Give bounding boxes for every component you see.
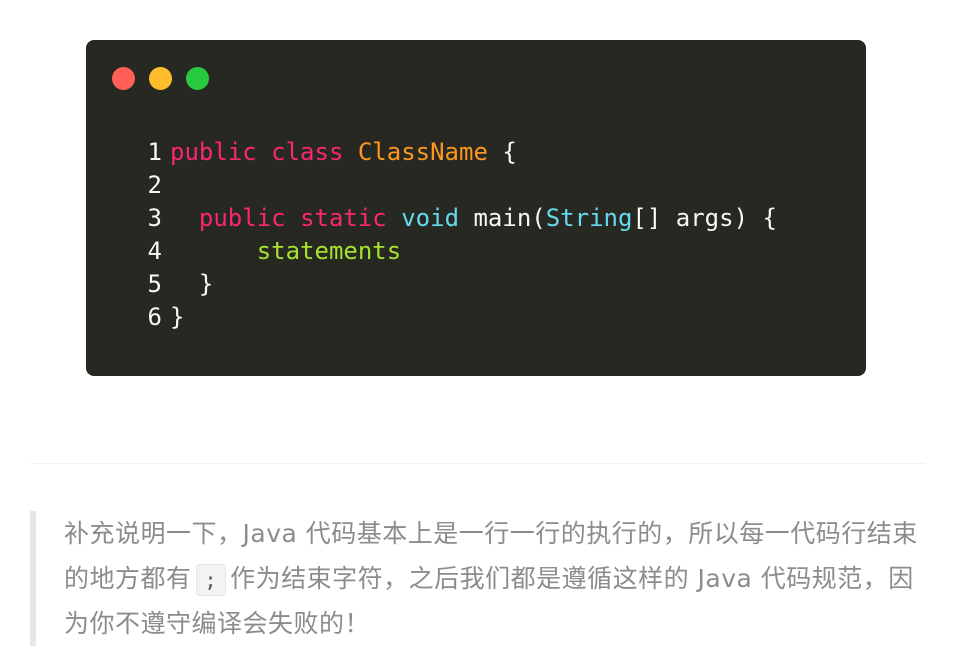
line-number: 4 [147, 237, 162, 265]
code-line: 6} [140, 301, 777, 334]
keyword-token: public [170, 138, 257, 166]
type-token: String [545, 204, 633, 232]
keyword-token: static [300, 204, 387, 232]
brace-token: { [762, 204, 777, 232]
code-line: 3 public static void main(String[] args)… [140, 202, 777, 235]
code-block: 1 public class ClassName {2 3 public stati… [86, 40, 866, 376]
line-number: 5 [147, 270, 162, 298]
statements-token: statements [256, 237, 402, 265]
line-number: 3 [147, 204, 162, 232]
code-line: 1 public class ClassName { [140, 136, 777, 169]
line-number: 2 [147, 171, 162, 199]
code-line: 4 statements [140, 235, 777, 268]
keyword-token: public [198, 204, 286, 232]
bracket-token: [] [632, 204, 662, 232]
divider [30, 463, 925, 464]
brace-token: } [170, 303, 185, 331]
paren-token: ( [531, 204, 546, 232]
code-line: 5 } [140, 268, 777, 301]
method-name-token: main [473, 204, 532, 232]
code-content: 1 public class ClassName {2 3 public stati… [140, 136, 777, 334]
window-controls [112, 67, 209, 90]
keyword-token: class [271, 138, 344, 166]
brace-token: } [198, 270, 214, 298]
line-number: 6 [147, 303, 162, 331]
blockquote: 补充说明一下，Java 代码基本上是一行一行的执行的，所以每一代码行结束的地方都… [30, 511, 930, 646]
code-line: 2 [140, 169, 777, 202]
class-name-token: ClassName [357, 138, 488, 166]
param-token: args [675, 204, 734, 232]
brace-token: { [502, 138, 517, 166]
type-token: void [401, 204, 460, 232]
paren-token: ) [733, 204, 749, 232]
close-dot-icon [112, 67, 135, 90]
line-number: 1 [147, 138, 162, 166]
maximize-dot-icon [186, 67, 209, 90]
inline-code: ; [195, 564, 227, 596]
minimize-dot-icon [149, 67, 172, 90]
quote-paragraph: 补充说明一下，Java 代码基本上是一行一行的执行的，所以每一代码行结束的地方都… [64, 511, 930, 646]
